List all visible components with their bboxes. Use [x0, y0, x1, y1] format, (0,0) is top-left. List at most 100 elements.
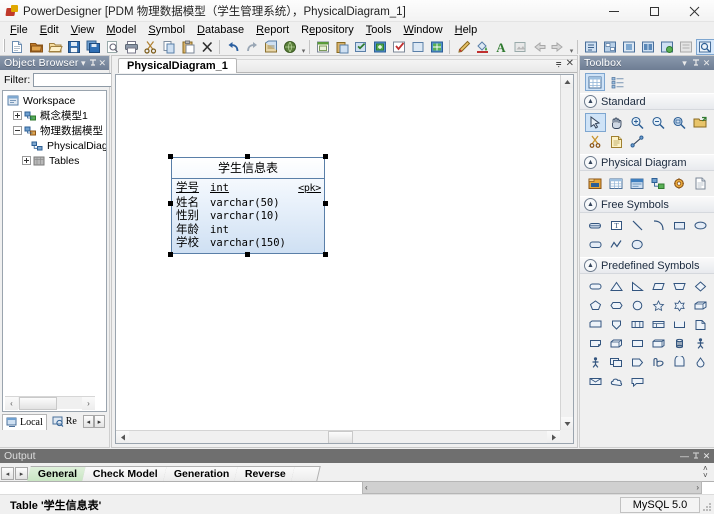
output-tab-next-button[interactable]: ▸: [15, 467, 28, 480]
menu-help[interactable]: Help: [449, 23, 484, 37]
save-icon[interactable]: [65, 39, 84, 55]
pin-icon[interactable]: [88, 57, 97, 69]
folded-rect-sym-icon[interactable]: [585, 315, 606, 334]
grabber-hand-icon[interactable]: [606, 113, 627, 132]
new-document-icon[interactable]: [8, 39, 27, 55]
resize-handle-se[interactable]: [323, 252, 328, 257]
open-folder-icon[interactable]: [46, 39, 65, 55]
tree-scroll-thumb[interactable]: [19, 397, 57, 410]
trapezoid-sym-icon[interactable]: [669, 277, 690, 296]
ellipse-icon[interactable]: [690, 216, 711, 235]
tree-node-physicaldiagram[interactable]: PhysicalDiagr: [5, 138, 106, 153]
toolbox-group-standard-header[interactable]: ▲ Standard: [580, 93, 714, 110]
chevron-up-icon[interactable]: ▲: [584, 259, 597, 272]
pin-icon[interactable]: [690, 450, 701, 462]
line-icon[interactable]: [627, 216, 648, 235]
scissors-icon[interactable]: [585, 132, 606, 151]
open-box-sym-icon[interactable]: [669, 315, 690, 334]
rounded-rect-sym-icon[interactable]: [585, 277, 606, 296]
table-row[interactable]: 学号 int <pk>: [176, 181, 321, 196]
note-icon[interactable]: [606, 132, 627, 151]
view-3-icon[interactable]: [620, 39, 639, 55]
blank-window-icon[interactable]: [409, 39, 428, 55]
copy-icon[interactable]: [160, 39, 179, 55]
tree-node-workspace[interactable]: Workspace: [5, 93, 106, 108]
person-sym-icon[interactable]: [585, 353, 606, 372]
chevron-down-icon[interactable]: ▾: [79, 57, 88, 69]
minimize-icon[interactable]: —: [679, 450, 690, 462]
rectangle-icon[interactable]: [669, 216, 690, 235]
toolbar-overflow-1[interactable]: ▾: [300, 39, 307, 55]
zoom-page-icon[interactable]: [696, 39, 714, 55]
expander-plus-icon[interactable]: [22, 156, 31, 165]
close-icon[interactable]: ✕: [701, 57, 712, 69]
cut-icon[interactable]: [141, 39, 160, 55]
toolbox-group-physicaldiagram-header[interactable]: ▲ Physical Diagram: [580, 154, 714, 171]
tree-scroll-right-button[interactable]: ›: [82, 397, 95, 410]
star6-sym-icon[interactable]: [669, 296, 690, 315]
menu-view[interactable]: View: [65, 23, 101, 37]
tab-next-button[interactable]: ▸: [94, 415, 105, 428]
prism-sym-icon[interactable]: [648, 334, 669, 353]
resize-handle-s[interactable]: [245, 252, 250, 257]
scroll-left-button[interactable]: [116, 431, 129, 444]
text-box-icon[interactable]: T: [606, 216, 627, 235]
view-4-icon[interactable]: [639, 39, 658, 55]
scroll-up-button[interactable]: [561, 75, 574, 88]
font-a-icon[interactable]: A: [492, 39, 511, 55]
list-palette-icon[interactable]: [608, 73, 628, 91]
canvas-scrollbar-vertical[interactable]: [560, 75, 573, 430]
freeform-icon[interactable]: [627, 235, 648, 254]
zoom-area-icon[interactable]: [669, 113, 690, 132]
triangle-sym-icon[interactable]: [606, 277, 627, 296]
resize-handle-sw[interactable]: [168, 252, 173, 257]
scroll-down-button[interactable]: [561, 417, 574, 430]
properties-icon[interactable]: [262, 39, 281, 55]
output-tab-generation[interactable]: Generation: [163, 466, 239, 481]
link-icon[interactable]: [627, 132, 648, 151]
resize-handle-e[interactable]: [323, 201, 328, 206]
document-tab-physicaldiagram1[interactable]: PhysicalDiagram_1: [118, 58, 237, 73]
grid-palette-icon[interactable]: [585, 73, 605, 91]
expander-minus-icon[interactable]: [13, 126, 22, 135]
chevron-up-icon[interactable]: ▲: [584, 156, 597, 169]
drop-sym-icon[interactable]: [690, 353, 711, 372]
table-row[interactable]: 性别 varchar(10): [176, 209, 321, 223]
tab-list-icon[interactable]: ⩦: [556, 58, 562, 69]
tab-prev-button[interactable]: ◂: [83, 415, 94, 428]
tab-close-icon[interactable]: ✕: [566, 58, 574, 69]
capsule-icon[interactable]: [585, 216, 606, 235]
tree-node-cdm[interactable]: 概念模型1: [5, 108, 106, 123]
reference-icon[interactable]: [648, 174, 669, 193]
columns-sym-icon[interactable]: [627, 315, 648, 334]
view-2-icon[interactable]: [601, 39, 620, 55]
close-icon[interactable]: ✕: [701, 450, 712, 462]
toolbar-grip[interactable]: [2, 39, 7, 54]
model-window-icon[interactable]: [314, 39, 333, 55]
output-tab-prev-button[interactable]: ◂: [1, 467, 14, 480]
browser-tab-repository[interactable]: Re: [49, 414, 80, 430]
canvas-scrollbar-horizontal[interactable]: [116, 430, 560, 443]
package-icon[interactable]: [585, 174, 606, 193]
file-object-icon[interactable]: [690, 174, 711, 193]
save-all-icon[interactable]: [84, 39, 103, 55]
view-1-icon[interactable]: [582, 39, 601, 55]
output-scrollbar-vertical[interactable]: ˄ ˅: [702, 463, 714, 481]
help-ball-icon[interactable]: [281, 39, 300, 55]
model-copy-icon[interactable]: [333, 39, 352, 55]
rounded-rect-icon[interactable]: [585, 235, 606, 254]
menu-report[interactable]: Report: [250, 23, 295, 37]
menu-window[interactable]: Window: [397, 23, 448, 37]
chevron-up-icon[interactable]: ▲: [584, 95, 597, 108]
bowl-sym-icon[interactable]: [669, 353, 690, 372]
minimize-button[interactable]: [594, 0, 634, 22]
output-tab-check-model[interactable]: Check Model: [82, 466, 167, 481]
undo-icon[interactable]: [224, 39, 243, 55]
right-triangle-sym-icon[interactable]: [627, 277, 648, 296]
tree-node-tables[interactable]: Tables: [5, 153, 106, 168]
resize-handle-n[interactable]: [245, 154, 250, 159]
hexagon-flat-sym-icon[interactable]: [606, 296, 627, 315]
paste-icon[interactable]: [179, 39, 198, 55]
delete-x-icon[interactable]: [198, 39, 217, 55]
view-table-icon[interactable]: [627, 174, 648, 193]
